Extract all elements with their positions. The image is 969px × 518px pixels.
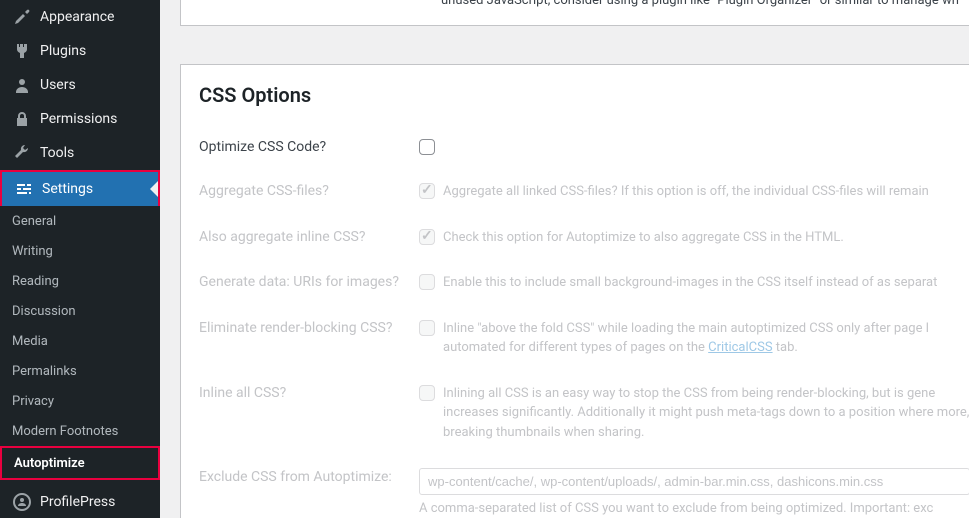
row-desc: Inline "above the fold CSS" while loadin…	[443, 319, 929, 358]
row-desc: A comma-separated list of CSS you want t…	[419, 501, 933, 516]
row-label: Inline all CSS?	[199, 371, 419, 456]
row-desc: Inlining all CSS is an easy way to stop …	[443, 384, 969, 443]
sidebar-item-plugins[interactable]: Plugins	[0, 34, 160, 68]
sidebar-item-users[interactable]: Users	[0, 68, 160, 102]
sidebar-label: ProfilePress	[40, 494, 115, 510]
row-aggregate-inline-css: Also aggregate inline CSS? Check this op…	[199, 215, 969, 261]
exclude-css-input	[419, 468, 969, 495]
row-desc: Enable this to include small background-…	[443, 273, 937, 293]
js-note-text: unused JavaScript, consider using a plug…	[441, 0, 959, 8]
paintbrush-icon	[12, 7, 32, 27]
inline-all-css-checkbox	[419, 385, 435, 401]
desc-post: tab.	[773, 340, 798, 355]
sidebar-sub-permalinks[interactable]: Permalinks	[0, 356, 160, 386]
sidebar-label: Users	[40, 77, 76, 93]
row-data-uris: Generate data: URIs for images? Enable t…	[199, 260, 969, 306]
sidebar-sub-modern-footnotes[interactable]: Modern Footnotes	[0, 416, 160, 446]
sidebar-item-tools[interactable]: Tools	[0, 136, 160, 170]
row-label: Generate data: URIs for images?	[199, 260, 419, 306]
sidebar-item-profilepress[interactable]: ProfilePress	[0, 485, 160, 518]
sidebar-sub-writing[interactable]: Writing	[0, 236, 160, 266]
desc-pre: Inline "above the fold CSS" while loadin…	[443, 321, 929, 336]
row-exclude-css: Exclude CSS from Autoptimize: A comma-se…	[199, 455, 969, 518]
row-label: Exclude CSS from Autoptimize:	[199, 455, 419, 518]
row-eliminate-render-blocking: Eliminate render-blocking CSS? Inline "a…	[199, 306, 969, 371]
profilepress-icon	[12, 492, 32, 512]
row-label: Also aggregate inline CSS?	[199, 215, 419, 261]
sidebar-sub-privacy[interactable]: Privacy	[0, 386, 160, 416]
sidebar-label: Plugins	[40, 43, 86, 59]
css-options-card: CSS Options Optimize CSS Code? Aggregate…	[180, 64, 969, 518]
sidebar-label: Tools	[40, 145, 74, 161]
sidebar-sub-discussion[interactable]: Discussion	[0, 296, 160, 326]
admin-sidebar: Appearance Plugins Users Permissions Too…	[0, 0, 160, 518]
sidebar-label: Appearance	[40, 9, 114, 25]
row-label: Aggregate CSS-files?	[199, 169, 419, 215]
sidebar-sub-media[interactable]: Media	[0, 326, 160, 356]
sidebar-sub-autoptimize[interactable]: Autoptimize	[2, 448, 158, 478]
row-desc: Aggregate all linked CSS-files? If this …	[443, 182, 929, 202]
plug-icon	[12, 41, 32, 61]
lock-icon	[12, 109, 32, 129]
css-options-table: Optimize CSS Code? Aggregate CSS-files? …	[199, 125, 969, 518]
aggregate-inline-css-checkbox	[419, 229, 435, 245]
sidebar-label: Settings	[42, 181, 93, 197]
aggregate-css-checkbox	[419, 183, 435, 199]
wrench-icon	[12, 143, 32, 163]
sidebar-item-permissions[interactable]: Permissions	[0, 102, 160, 136]
row-optimize-css: Optimize CSS Code?	[199, 125, 969, 169]
js-note-box: unused JavaScript, consider using a plug…	[180, 0, 969, 26]
eliminate-rb-checkbox	[419, 320, 435, 336]
sliders-icon	[14, 179, 34, 199]
sidebar-item-appearance[interactable]: Appearance	[0, 0, 160, 34]
user-icon	[12, 75, 32, 95]
row-aggregate-css: Aggregate CSS-files? Aggregate all linke…	[199, 169, 969, 215]
sidebar-item-settings[interactable]: Settings	[2, 172, 158, 206]
row-label: Optimize CSS Code?	[199, 125, 419, 169]
sidebar-sub-general[interactable]: General	[0, 206, 160, 236]
data-uris-checkbox	[419, 274, 435, 290]
criticalcss-link[interactable]: CriticalCSS	[708, 340, 772, 355]
row-inline-all-css: Inline all CSS? Inlining all CSS is an e…	[199, 371, 969, 456]
row-label: Eliminate render-blocking CSS?	[199, 306, 419, 371]
main-content: unused JavaScript, consider using a plug…	[160, 0, 969, 518]
sidebar-sub-reading[interactable]: Reading	[0, 266, 160, 296]
desc-mid: automated for different types of pages o…	[443, 340, 708, 355]
row-desc: Check this option for Autoptimize to als…	[443, 228, 844, 248]
css-options-heading: CSS Options	[199, 83, 969, 107]
optimize-css-checkbox[interactable]	[419, 139, 435, 155]
sidebar-label: Permissions	[40, 111, 117, 127]
